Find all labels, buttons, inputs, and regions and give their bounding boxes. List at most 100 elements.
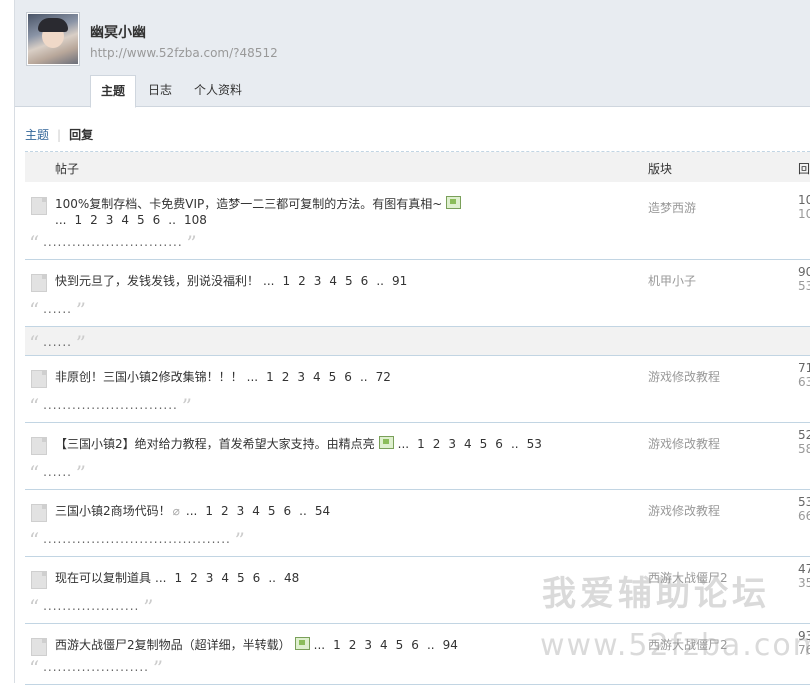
page-link[interactable]: 6 [153, 213, 161, 227]
page-link[interactable]: 91 [392, 274, 407, 288]
post-title-link[interactable]: 【三国小镇2】绝对给力教程，首发希望大家支持。由精点亮 [55, 437, 375, 451]
page-link[interactable]: 5 [268, 504, 276, 518]
page-link[interactable]: 53 [527, 437, 542, 451]
page-link[interactable]: 1 [282, 274, 290, 288]
graybar-quote: “ ...... ” [29, 331, 86, 355]
tab-topics[interactable]: 主题 [90, 75, 137, 108]
page-link[interactable]: 94 [443, 638, 458, 652]
page-link[interactable]: 1 [266, 370, 274, 384]
page-link[interactable]: 3 [314, 274, 322, 288]
page-link[interactable]: 2 [298, 274, 306, 288]
page-link[interactable]: 6 [253, 571, 261, 585]
page-link[interactable]: 108 [184, 213, 207, 227]
page-link[interactable]: 54 [315, 504, 330, 518]
user-url[interactable]: http://www.52fzba.com/?48512 [90, 46, 278, 60]
page-link[interactable]: 72 [376, 370, 391, 384]
quote-text[interactable]: ...... [43, 465, 72, 479]
page-link[interactable]: 2 [433, 437, 441, 451]
page-link[interactable]: 2 [221, 504, 229, 518]
page-link[interactable]: 3 [206, 571, 214, 585]
page-link[interactable]: 4 [464, 437, 472, 451]
page-link[interactable]: 5 [137, 213, 145, 227]
forum-link[interactable]: 游戏修改教程 [648, 502, 720, 519]
page-link[interactable]: 6 [361, 274, 369, 288]
page-link[interactable]: 5 [396, 638, 404, 652]
close-quote-icon: ” [75, 298, 87, 322]
page-link[interactable]: 48 [284, 571, 299, 585]
image-attachment-icon [294, 637, 310, 650]
username[interactable]: 幽冥小幽 [90, 22, 146, 42]
post-title-link[interactable]: 非原创！三国小镇2修改集锦！！！ [55, 370, 243, 384]
page-links: ... 1 2 3 4 5 6.. 91 [263, 274, 415, 288]
page-links: ... 1 2 3 4 5 6.. 72 [247, 370, 399, 384]
quote-text[interactable]: .................... [43, 599, 139, 613]
page-link[interactable]: 2 [282, 370, 290, 384]
page-link[interactable]: 4 [221, 571, 229, 585]
quote-text[interactable]: ....................................... [43, 532, 231, 546]
page-link[interactable]: 1 [174, 571, 182, 585]
page-link[interactable]: 4 [252, 504, 260, 518]
page-link: .. [426, 638, 435, 652]
page-link[interactable]: 5 [237, 571, 245, 585]
open-quote-icon: “ [29, 595, 40, 619]
page-link[interactable]: 3 [297, 370, 305, 384]
page-link[interactable]: 5 [345, 274, 353, 288]
reply-quote: “ ...................... ” [29, 656, 163, 680]
page-link[interactable]: 4 [380, 638, 388, 652]
forum-link[interactable]: 机甲小子 [648, 272, 696, 289]
quote-text[interactable]: ............................ [43, 398, 178, 412]
page-link[interactable]: 5 [329, 370, 337, 384]
page-link[interactable]: 4 [329, 274, 337, 288]
post-title-link[interactable]: 三国小镇2商场代码！ [55, 504, 171, 518]
tab-profile[interactable]: 个人资料 [184, 75, 252, 105]
document-icon [31, 504, 47, 522]
header-post: 帖子 [55, 162, 80, 176]
page-link[interactable]: 6 [284, 504, 292, 518]
post-title-link[interactable]: 西游大战僵尸2复制物品（超详细，半转载） [55, 638, 291, 652]
reply-count: 90 [798, 265, 810, 279]
table-row: 非原创！三国小镇2修改集锦！！！... 1 2 3 4 5 6.. 72 游戏修改教程 71 63 “… [25, 356, 810, 423]
page-link[interactable]: 6 [344, 370, 352, 384]
open-quote-icon: “ [29, 656, 40, 680]
page-link[interactable]: 3 [364, 638, 372, 652]
reply-quote: “ ...... ” [29, 298, 86, 322]
post-title-link[interactable]: 快到元旦了，发钱发钱，别说没福利！ [55, 274, 259, 288]
page-link[interactable]: 1 [74, 213, 82, 227]
reply-count: 53 [798, 495, 810, 509]
post-title-link[interactable]: 100%复制存档、卡免费VIP，造梦一二三都可复制的方法。有图有真相~ [55, 197, 442, 211]
page-link[interactable]: 1 [205, 504, 213, 518]
image-attachment-icon [378, 436, 394, 449]
avatar[interactable] [26, 12, 80, 66]
page-link[interactable]: 2 [349, 638, 357, 652]
forum-link[interactable]: 游戏修改教程 [648, 368, 720, 385]
page-link[interactable]: 3 [106, 213, 114, 227]
page-link[interactable]: 3 [237, 504, 245, 518]
page-link: ... [246, 370, 259, 384]
page-link[interactable]: 4 [313, 370, 321, 384]
page-link[interactable]: 4 [121, 213, 129, 227]
view-count: 66 [798, 509, 810, 523]
tab-blog[interactable]: 日志 [138, 75, 182, 105]
page-link[interactable]: 3 [448, 437, 456, 451]
page-link[interactable]: 2 [190, 571, 198, 585]
forum-link[interactable]: 游戏修改教程 [648, 435, 720, 452]
table-row: 三国小镇2商场代码！ ⌀... 1 2 3 4 5 6.. 54 游戏修改教程 53 66 “ ....… [25, 490, 810, 557]
page-link[interactable]: 6 [411, 638, 419, 652]
page-link[interactable]: 1 [417, 437, 425, 451]
page-link[interactable]: 2 [90, 213, 98, 227]
post-title-line: 100%复制存档、卡免费VIP，造梦一二三都可复制的方法。有图有真相~ [55, 195, 462, 212]
document-icon [31, 274, 47, 292]
subnav-replies[interactable]: 回复 [69, 128, 93, 142]
close-quote-icon: ” [75, 331, 87, 355]
page-link: .. [510, 437, 519, 451]
quote-text[interactable]: ...................... [43, 660, 149, 674]
subnav-topics[interactable]: 主题 [25, 128, 49, 142]
forum-link[interactable]: 造梦西游 [648, 199, 696, 216]
quote-text[interactable]: ...... [43, 302, 72, 316]
quote-text[interactable]: ............................. [43, 235, 183, 249]
page-link: ... [55, 213, 67, 227]
page-link[interactable]: 1 [333, 638, 341, 652]
page-link[interactable]: 6 [495, 437, 503, 451]
post-title-link[interactable]: 现在可以复制道具 [55, 571, 151, 585]
page-link[interactable]: 5 [480, 437, 488, 451]
